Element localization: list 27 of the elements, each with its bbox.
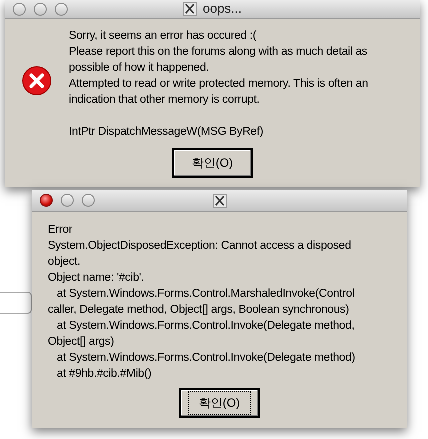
message-line: Object[] args)	[48, 335, 116, 350]
message-line: System.ObjectDisposedException: Cannot access a disposed	[48, 239, 352, 254]
message-line: IntPtr DispatchMessageW(MSG ByRef)	[69, 125, 265, 140]
message-line: at System.Windows.Forms.Control.MarshaledInvoke(Control	[56, 287, 356, 302]
minimize-button[interactable]	[34, 2, 47, 16]
message-line: Attempted to read or write protected memory. This is often an	[69, 77, 370, 92]
minimize-button[interactable]	[61, 194, 74, 207]
message-line: at #9hb.#cib.#Mib()	[56, 367, 153, 382]
message-line: Error	[48, 223, 74, 238]
message-line: Sorry, it seems an error has occured :(	[69, 29, 258, 44]
message-line: at System.Windows.Forms.Control.Invoke(Delegate method)	[56, 351, 356, 366]
message-line: at System.Windows.Forms.Control.Invoke(Delegate method,	[56, 319, 356, 334]
message-line: object.	[48, 255, 82, 270]
message-line: possible of how it happened.	[69, 61, 210, 76]
message-line: indication that other memory is corrupt.	[69, 93, 261, 108]
message-line: caller, Delegate method, Object[] args, Boolean synchronous)	[48, 303, 350, 318]
input-field[interactable]	[0, 292, 32, 314]
window-title: oops...	[202, 0, 242, 18]
message-line: Please report this on the forums along with as much detail as	[69, 45, 368, 60]
zoom-button[interactable]	[55, 2, 68, 16]
x11-icon	[212, 194, 226, 208]
zoom-button[interactable]	[82, 194, 95, 207]
ok-button[interactable]: 확인(O)	[172, 148, 253, 178]
message-line: Object name: '#cib'.	[48, 271, 146, 286]
ok-button[interactable]: 확인(O)	[179, 388, 260, 418]
error-icon	[22, 66, 52, 96]
close-button[interactable]	[40, 194, 53, 207]
